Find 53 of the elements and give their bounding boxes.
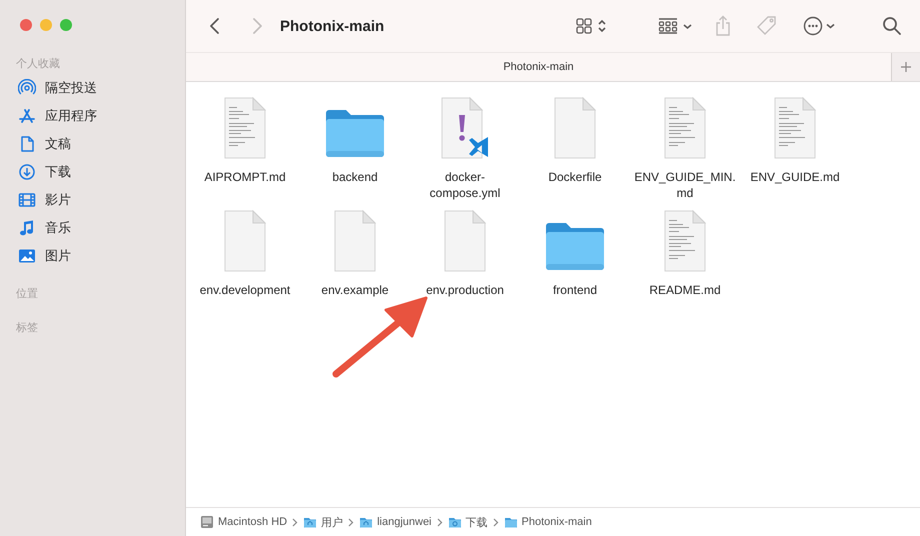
- sidebar-heading: 标签: [15, 321, 39, 336]
- search-icon: [882, 16, 902, 36]
- forward-icon: [250, 16, 264, 36]
- folder-icon[interactable]: [324, 107, 386, 159]
- path-item[interactable]: 用户: [303, 514, 344, 530]
- sidebar-item[interactable]: 应用程序: [10, 102, 175, 130]
- download-icon: [18, 163, 36, 181]
- share-icon: [714, 15, 732, 37]
- grid-group-icon: [658, 16, 694, 36]
- file-name[interactable]: frontend: [522, 282, 628, 298]
- file-name[interactable]: AIPROMPT.md: [192, 169, 298, 185]
- airdrop-icon: [18, 79, 36, 97]
- path-item[interactable]: Macintosh HD: [200, 515, 288, 529]
- film-icon: [18, 191, 36, 209]
- app-store-icon: [18, 107, 36, 125]
- path-item[interactable]: liangjunwei: [359, 516, 432, 528]
- sidebar-item[interactable]: 影片: [10, 186, 175, 214]
- folder-icon: [504, 516, 518, 528]
- path-item[interactable]: 下载: [448, 514, 488, 530]
- sidebar-item[interactable]: 隔空投送: [10, 74, 175, 102]
- tab[interactable]: Photonix-main: [186, 53, 891, 81]
- tag-icon: [756, 15, 778, 37]
- file-name[interactable]: env.development: [192, 282, 298, 298]
- sidebar-item[interactable]: 下载: [10, 158, 175, 186]
- file-name[interactable]: README.md: [632, 282, 738, 298]
- download-folder-icon: [448, 516, 462, 528]
- picture-icon: [18, 247, 36, 265]
- home-folder-icon: [303, 516, 318, 528]
- sidebar-item[interactable]: 音乐: [10, 214, 175, 242]
- file-name[interactable]: ENV_GUIDE_MIN.md: [632, 169, 738, 201]
- chevron-icon: [348, 518, 354, 526]
- file-name[interactable]: env.example: [302, 282, 408, 298]
- file-name[interactable]: docker-compose.yml: [412, 169, 518, 201]
- folder-icon[interactable]: [544, 220, 606, 272]
- plus-icon: [900, 61, 912, 73]
- back-icon: [208, 16, 222, 36]
- chevron-icon: [292, 518, 298, 526]
- chevron-icon: [436, 518, 443, 526]
- file-name[interactable]: backend: [302, 169, 408, 185]
- chevron-icon: [492, 518, 499, 526]
- path-item[interactable]: Photonix-main: [504, 516, 592, 528]
- sidebar-item[interactable]: 文稿: [10, 130, 175, 158]
- home-folder-icon: [359, 516, 374, 528]
- file-name[interactable]: env.production: [412, 282, 518, 298]
- file-name[interactable]: Dockerfile: [522, 169, 628, 185]
- sidebar-heading: 个人收藏: [15, 56, 61, 72]
- close-button[interactable]: [20, 19, 32, 31]
- music-note-icon: [18, 219, 36, 237]
- window-title: Photonix-main: [280, 18, 384, 34]
- sidebar-heading: 位置: [15, 287, 39, 302]
- file-name[interactable]: ENV_GUIDE.md: [742, 169, 848, 185]
- zoom-button[interactable]: [60, 19, 72, 31]
- sidebar-item[interactable]: 图片: [10, 242, 175, 270]
